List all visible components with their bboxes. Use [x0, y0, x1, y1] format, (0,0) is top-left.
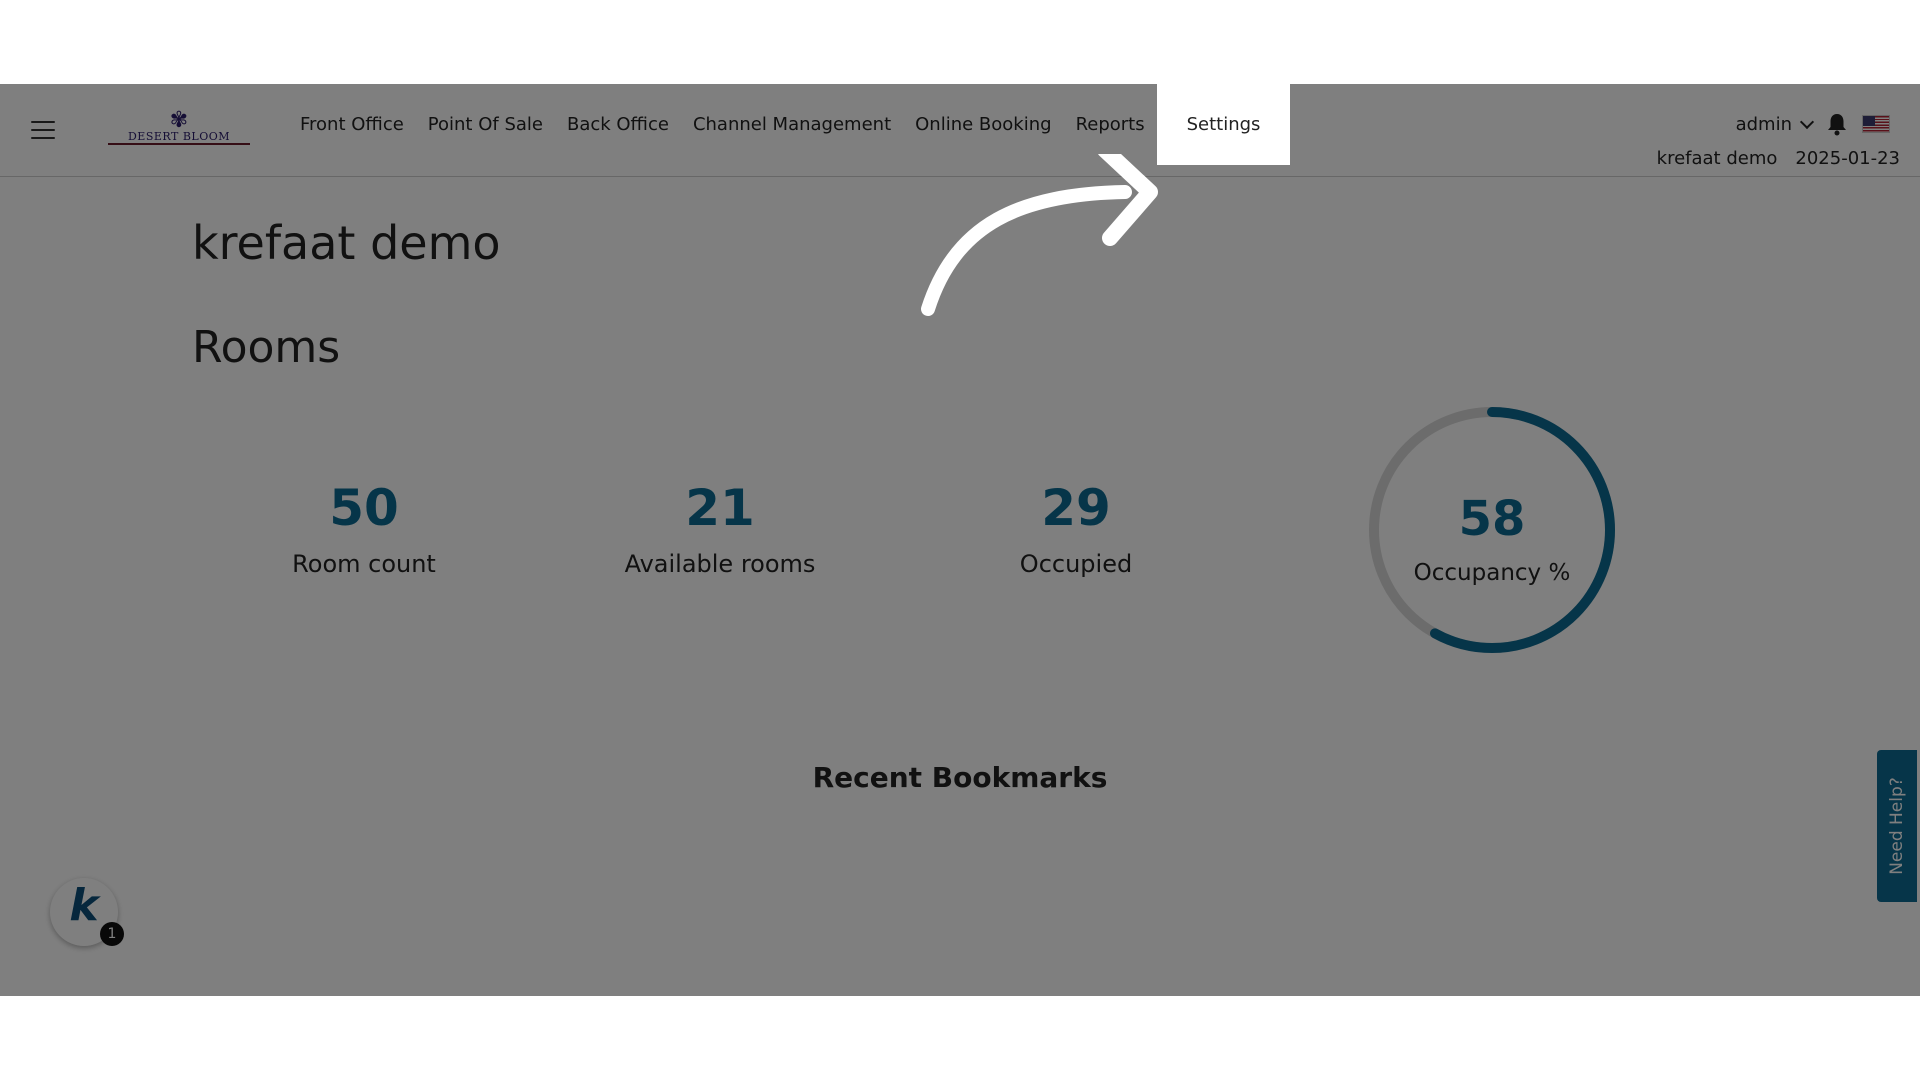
occupancy-label: Occupancy % — [1413, 560, 1571, 586]
nav-settings[interactable]: Settings — [1156, 84, 1291, 165]
stat-value: 21 — [685, 479, 755, 537]
need-help-button[interactable]: Need Help? — [1877, 750, 1917, 902]
curved-arrow-icon — [921, 154, 1158, 316]
hamburger-menu-icon[interactable] — [31, 121, 55, 139]
page-title: krefaat demo — [192, 216, 501, 270]
notification-badge: 1 — [100, 922, 124, 946]
stat-available-rooms: 21 Available rooms — [610, 480, 830, 578]
nav-reports[interactable]: Reports — [1064, 84, 1157, 165]
need-help-label: Need Help? — [1887, 777, 1907, 875]
nav-point-of-sale[interactable]: Point Of Sale — [416, 84, 555, 165]
k-assistant-widget[interactable]: k 1 — [50, 878, 124, 946]
us-flag-icon[interactable] — [1862, 115, 1890, 133]
stat-label: Available rooms — [624, 550, 816, 578]
hotel-logo[interactable]: ✾ DESERT BLOOM — [108, 108, 250, 146]
stat-label: Room count — [292, 550, 436, 578]
chevron-down-icon — [1799, 114, 1815, 129]
nav-back-office[interactable]: Back Office — [555, 84, 681, 165]
admin-dropdown[interactable]: admin — [1735, 113, 1815, 135]
stat-value: 50 — [329, 479, 399, 537]
occupancy-value: 58 — [1458, 491, 1526, 547]
stat-label: Occupied — [1019, 550, 1133, 578]
nav-front-office[interactable]: Front Office — [288, 84, 416, 165]
flower-logo-icon: ✾ — [169, 108, 189, 133]
app-window: ✾ DESERT BLOOM Front Office Point Of Sal… — [0, 84, 1920, 996]
stat-value: 29 — [1041, 479, 1111, 537]
business-date: 2025-01-23 — [1795, 148, 1900, 169]
recent-bookmarks-title: Recent Bookmarks — [812, 761, 1108, 794]
rooms-section-title: Rooms — [192, 322, 341, 373]
user-area: admin — [1736, 110, 1890, 138]
nav-online-booking[interactable]: Online Booking — [903, 84, 1063, 165]
recent-bookmarks-card: Recent Bookmarks — [192, 719, 1728, 901]
main-nav: Front Office Point Of Sale Back Office C… — [288, 84, 1291, 165]
logo-text: DESERT BLOOM — [108, 130, 250, 145]
nav-channel-management[interactable]: Channel Management — [681, 84, 903, 165]
hotel-name: krefaat demo — [1656, 148, 1778, 169]
hotel-date-info: krefaat demo 2025-01-23 — [1657, 148, 1900, 169]
stat-room-count: 50 Room count — [254, 480, 474, 578]
top-header: ✾ DESERT BLOOM Front Office Point Of Sal… — [0, 84, 1920, 177]
screen: ✾ DESERT BLOOM Front Office Point Of Sal… — [0, 0, 1920, 1080]
rooms-card: 50 Room count 21 Available rooms 29 Occu… — [192, 394, 1728, 672]
bell-icon[interactable] — [1826, 112, 1848, 136]
admin-label: admin — [1735, 113, 1792, 135]
stat-occupied: 29 Occupied — [966, 480, 1186, 578]
